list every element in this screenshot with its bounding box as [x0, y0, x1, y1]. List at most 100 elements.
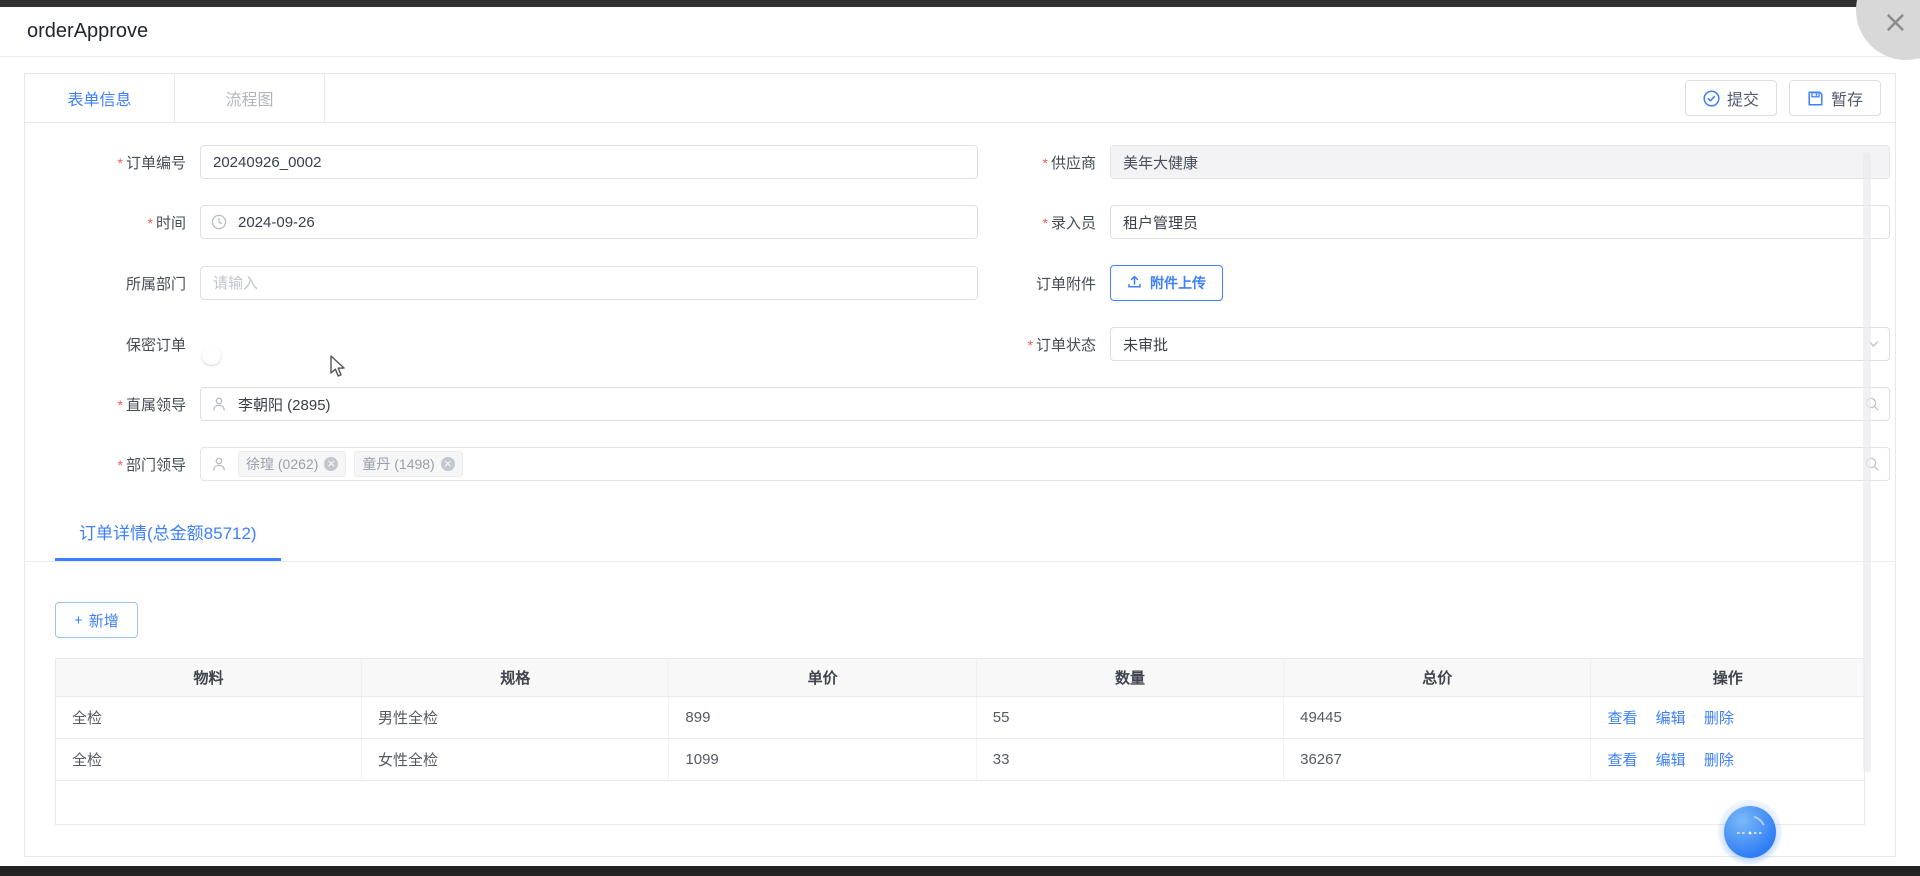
order-detail-table: 物料 规格 单价 数量 总价 操作 全检 男性全检 899 55 49445 查…: [55, 658, 1865, 825]
recorder-input[interactable]: [1110, 205, 1890, 239]
tag-close-icon[interactable]: ×: [324, 457, 338, 471]
tab-flow-chart-label: 流程图: [225, 86, 273, 110]
secret-label: 保密订单: [55, 334, 200, 355]
status-select[interactable]: [1110, 327, 1890, 361]
required-marker: *: [118, 155, 123, 171]
order-form: *订单编号 *供应商 *时间 *录入员 所属部门: [25, 123, 1895, 481]
department-label: 所属部门: [55, 273, 200, 294]
form-row-5: *直属领导: [55, 387, 1895, 421]
cell-qty: 55: [976, 696, 1283, 738]
assistant-glyph: [1724, 806, 1776, 858]
direct-leader-label: *直属领导: [55, 394, 200, 415]
edit-link[interactable]: 编辑: [1656, 752, 1686, 769]
required-marker: *: [148, 215, 153, 231]
table-header-row: 物料 规格 单价 数量 总价 操作: [56, 659, 1864, 696]
attachment-label: 订单附件: [990, 273, 1110, 294]
table-row: 全检 女性全检 1099 33 36267 查看 编辑 删除: [56, 738, 1864, 780]
top-border-strip: [0, 0, 1920, 7]
tab-order-detail[interactable]: 订单详情(总金额85712): [55, 511, 281, 561]
person-icon: [211, 456, 227, 472]
close-icon[interactable]: ×: [1883, 8, 1908, 38]
tab-form-info[interactable]: 表单信息: [25, 74, 175, 122]
cell-total: 49445: [1284, 696, 1591, 738]
required-marker: *: [118, 397, 123, 413]
add-row-button-label: 新增: [89, 610, 119, 631]
time-label: *时间: [55, 212, 200, 233]
view-link[interactable]: 查看: [1607, 752, 1637, 769]
required-marker: *: [1043, 155, 1048, 171]
clock-icon: [211, 214, 227, 230]
col-actions: 操作: [1591, 659, 1864, 696]
cell-unit-price: 1099: [669, 738, 976, 780]
cell-material: 全检: [56, 738, 362, 780]
order-no-input[interactable]: [200, 145, 978, 179]
form-row-6: *部门领导 徐瑝 (0262) × 童丹 (1498) ×: [55, 447, 1895, 481]
floating-assistant-button[interactable]: [1724, 806, 1776, 858]
draft-button-label: 暂存: [1831, 86, 1863, 110]
cell-actions: 查看 编辑 删除: [1591, 696, 1864, 738]
cell-actions: 查看 编辑 删除: [1591, 738, 1864, 780]
upload-icon: [1127, 274, 1142, 292]
cell-unit-price: 899: [669, 696, 976, 738]
leader-tag-label: 徐瑝 (0262): [246, 454, 318, 474]
col-spec: 规格: [362, 659, 669, 696]
dept-leader-label: *部门领导: [55, 454, 200, 475]
dept-leader-input[interactable]: 徐瑝 (0262) × 童丹 (1498) ×: [200, 447, 1890, 481]
tab-form-info-label: 表单信息: [67, 86, 131, 110]
cell-qty: 33: [976, 738, 1283, 780]
direct-leader-input[interactable]: [200, 387, 1890, 421]
col-qty: 数量: [976, 659, 1283, 696]
detail-tab-strip: 订单详情(总金额85712): [25, 511, 1895, 562]
attachment-upload-label: 附件上传: [1150, 273, 1206, 293]
leader-tag: 童丹 (1498) ×: [354, 451, 462, 477]
tab-flow-chart[interactable]: 流程图: [175, 74, 325, 122]
status-label: *订单状态: [990, 334, 1110, 355]
department-input[interactable]: [200, 266, 978, 300]
required-marker: *: [1028, 337, 1033, 353]
form-row-4: 保密订单 *订单状态: [55, 327, 1895, 361]
tag-close-icon[interactable]: ×: [441, 457, 455, 471]
person-icon: [211, 396, 227, 412]
form-panel: 表单信息 流程图 提交 暂存 *订单编号: [24, 73, 1896, 857]
scrollbar[interactable]: [1863, 152, 1871, 772]
time-input[interactable]: [200, 205, 978, 239]
submit-button-label: 提交: [1727, 86, 1759, 110]
col-material: 物料: [56, 659, 362, 696]
order-no-label: *订单编号: [55, 152, 200, 173]
delete-link[interactable]: 删除: [1704, 710, 1734, 727]
toolbar: 提交 暂存: [1685, 74, 1895, 122]
leader-tag: 徐瑝 (0262) ×: [238, 451, 346, 477]
col-unit-price: 单价: [669, 659, 976, 696]
required-marker: *: [118, 457, 123, 473]
bottom-border-strip: [0, 866, 1920, 876]
save-icon: [1807, 90, 1824, 107]
cell-total: 36267: [1284, 738, 1591, 780]
required-marker: *: [1043, 215, 1048, 231]
plus-icon: +: [74, 612, 83, 629]
form-row-2: *时间 *录入员: [55, 205, 1895, 239]
attachment-upload-button[interactable]: 附件上传: [1110, 265, 1223, 301]
form-row-3: 所属部门 订单附件 附件上传: [55, 265, 1895, 301]
cell-spec: 男性全检: [362, 696, 669, 738]
supplier-label: *供应商: [990, 152, 1110, 173]
recorder-label: *录入员: [990, 212, 1110, 233]
page-title: orderApprove: [27, 20, 148, 43]
submit-button[interactable]: 提交: [1685, 80, 1777, 116]
draft-button[interactable]: 暂存: [1789, 80, 1881, 116]
add-row-button[interactable]: + 新增: [55, 602, 138, 638]
edit-link[interactable]: 编辑: [1656, 710, 1686, 727]
table-row: 全检 男性全检 899 55 49445 查看 编辑 删除: [56, 696, 1864, 738]
supplier-input: [1110, 145, 1890, 179]
cell-material: 全检: [56, 696, 362, 738]
table-footer-space: [56, 781, 1864, 824]
view-link[interactable]: 查看: [1607, 710, 1637, 727]
titlebar: orderApprove: [0, 7, 1920, 57]
form-row-1: *订单编号 *供应商: [55, 145, 1895, 179]
delete-link[interactable]: 删除: [1704, 752, 1734, 769]
tab-bar: 表单信息 流程图 提交 暂存: [25, 74, 1895, 123]
col-total: 总价: [1284, 659, 1591, 696]
leader-tag-label: 童丹 (1498): [362, 454, 434, 474]
check-circle-icon: [1703, 90, 1720, 107]
cell-spec: 女性全检: [362, 738, 669, 780]
toggle-knob: [202, 346, 221, 365]
